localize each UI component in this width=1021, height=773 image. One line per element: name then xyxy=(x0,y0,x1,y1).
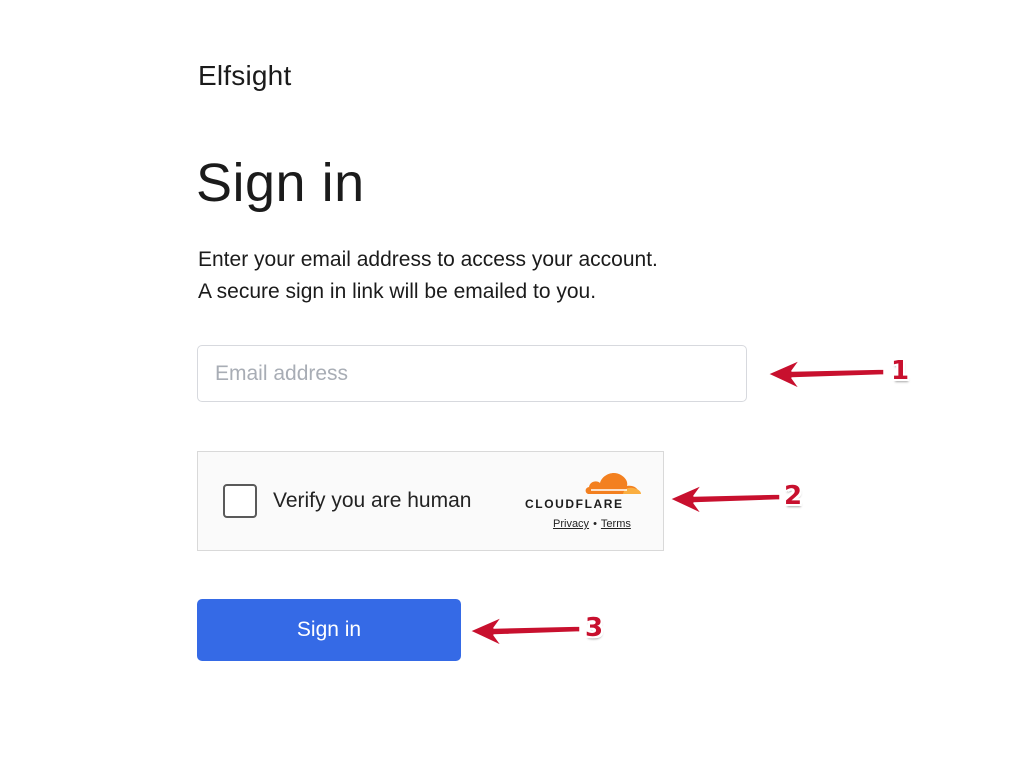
sign-in-description: Enter your email address to access your … xyxy=(198,244,658,308)
captcha-widget: Verify you are human CLOUDFLARE Privacy •… xyxy=(197,451,664,551)
page-title: Sign in xyxy=(196,153,365,213)
annotation-number-3: 3 xyxy=(585,613,604,643)
description-line-1: Enter your email address to access your … xyxy=(198,248,658,271)
terms-link[interactable]: Terms xyxy=(601,518,631,530)
cloudflare-logo: CLOUDFLARE xyxy=(523,468,643,514)
annotation-arrow-2-icon xyxy=(669,484,781,515)
link-separator: • xyxy=(593,518,597,530)
description-line-2: A secure sign in link will be emailed to… xyxy=(198,280,597,303)
sign-in-button[interactable]: Sign in xyxy=(197,599,461,661)
annotation-number-2: 2 xyxy=(784,481,803,511)
sign-in-page: Elfsight Sign in Enter your email addres… xyxy=(0,0,1021,773)
captcha-label: Verify you are human xyxy=(273,489,472,512)
captcha-links: Privacy • Terms xyxy=(553,518,631,530)
privacy-link[interactable]: Privacy xyxy=(553,518,589,530)
email-input[interactable] xyxy=(197,345,747,402)
annotation-arrow-3-icon xyxy=(469,616,581,647)
annotation-number-1: 1 xyxy=(891,356,910,386)
annotation-arrow-1-icon xyxy=(767,359,885,390)
captcha-checkbox[interactable] xyxy=(223,484,257,518)
cloudflare-cloud-icon xyxy=(585,472,641,494)
cloudflare-wordmark: CLOUDFLARE xyxy=(525,497,624,511)
brand-logo: Elfsight xyxy=(198,60,292,91)
